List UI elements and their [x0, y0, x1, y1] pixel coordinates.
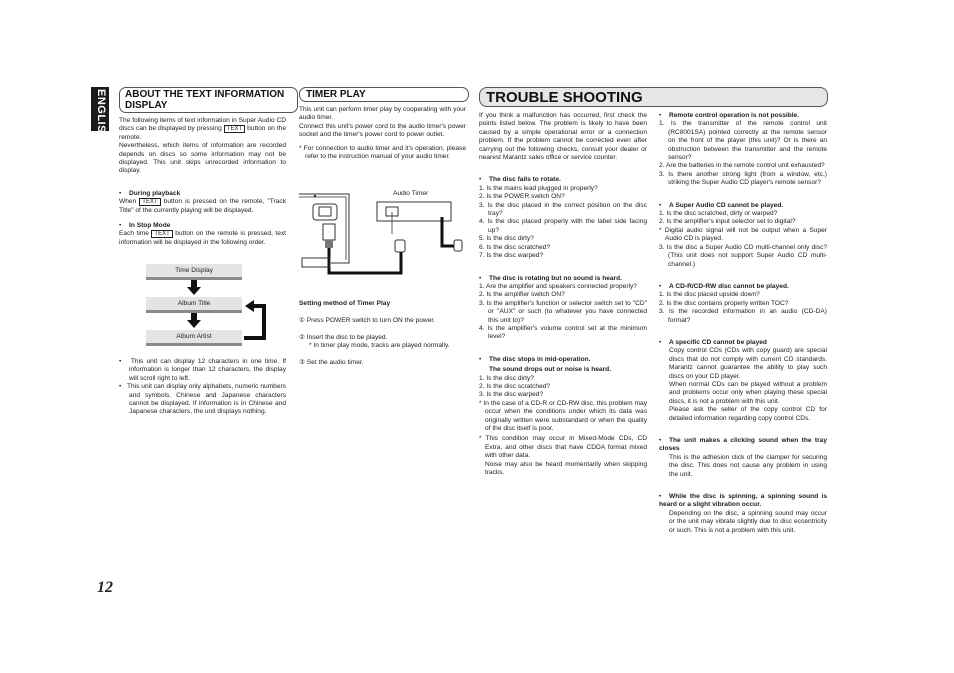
text-key-icon: TEXT	[151, 230, 173, 239]
section-title-trouble-shooting: TROUBLE SHOOTING	[479, 87, 828, 107]
flow-arrows	[187, 280, 266, 340]
timer-connection-diagram: Audio Timer	[299, 186, 469, 276]
language-tab: ENGLISH	[91, 87, 109, 141]
loop-arrow-icon	[244, 300, 266, 340]
text-info-notes: • This unit can display 12 characters in…	[119, 358, 286, 416]
text-key-icon: TEXT	[139, 198, 161, 207]
timer-step-1: ① Press POWER switch to turn ON the powe…	[299, 317, 436, 325]
down-arrow-icon	[187, 280, 201, 295]
connection-illustration	[299, 193, 463, 275]
section-title-text-info: ABOUT THE TEXT INFORMATION DISPLAY	[119, 87, 298, 113]
down-arrow-icon	[187, 313, 201, 328]
timer-step-3: ③ Set the audio timer.	[299, 358, 364, 366]
section-title-timer-play: TIMER PLAY	[299, 87, 469, 102]
trouble-column-right: Remote control operation is not possible…	[659, 112, 827, 535]
timer-step-2: ② Insert the disc to be played.	[299, 333, 388, 341]
text-info-section: The following items of text information …	[119, 117, 286, 247]
timer-play-section: This unit can perform timer play by coop…	[299, 106, 466, 161]
text-key-icon: TEXT	[223, 125, 246, 134]
display-order-flowchart: Time Display Album Title Album Artist	[146, 264, 276, 349]
timer-method: Setting method of Timer Play ① Press POW…	[299, 300, 469, 367]
trouble-column-left: If you think a malfunction has occurred,…	[479, 112, 647, 477]
page-number: 12	[97, 579, 113, 596]
